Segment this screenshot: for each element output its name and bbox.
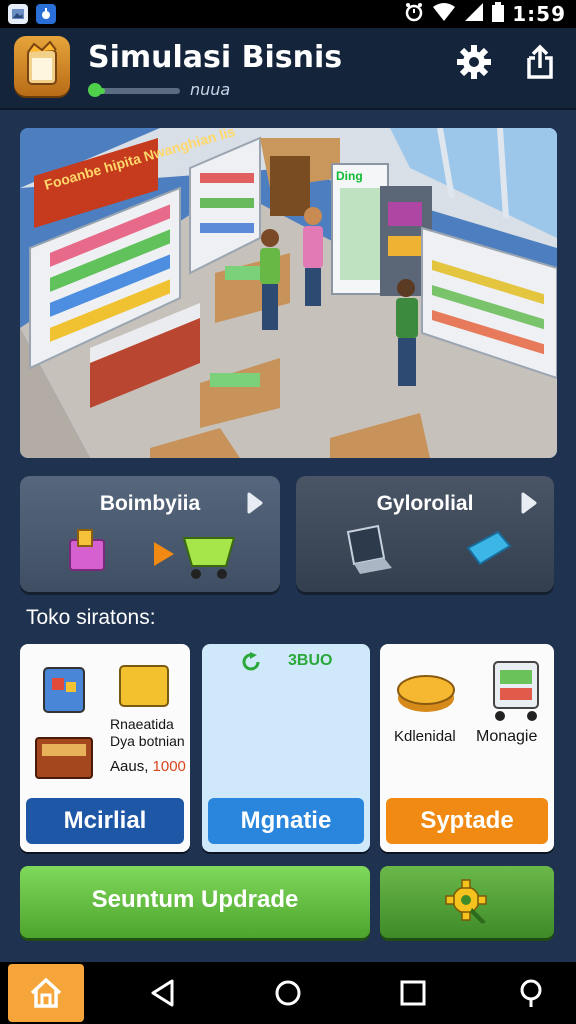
alarm-icon [404, 2, 424, 26]
material-button[interactable]: Mcirlial [26, 798, 184, 844]
home-icon [30, 977, 62, 1008]
app-title: Simulasi Bisnis [88, 40, 343, 75]
settings-button[interactable] [452, 40, 496, 84]
app-header: Simulasi Bisnis nuua [0, 28, 576, 110]
store-illustration: Fooanbe hipita Nwanghian lis Ding [20, 128, 557, 458]
store-assets-icon [397, 661, 539, 721]
magnet-button[interactable]: Mgnatie [208, 798, 364, 844]
nav-card-digital[interactable]: Gylorolial [296, 476, 554, 592]
settings-action-button[interactable] [380, 866, 554, 938]
store-card-line-2: Dya botnian [110, 733, 185, 749]
gear-icon [457, 45, 491, 79]
store-card-price: Aaus, 1000 [110, 758, 186, 775]
nav-card-buy-label: Boimbyiia [99, 492, 201, 515]
asset-label-1: Kdlenidal [394, 728, 456, 745]
asset-label-2: Monagie [476, 728, 538, 745]
progress-bar [92, 88, 180, 94]
nav-card-buy[interactable]: Boimbyiia [20, 476, 280, 592]
chevron-right-icon [247, 492, 263, 514]
gear-icon [445, 879, 487, 924]
app-logo-icon [14, 36, 70, 96]
premium-update-button[interactable]: Seuntum Updrade [20, 866, 370, 938]
laptop-tag-icon [346, 524, 512, 574]
gallery-notification-icon [8, 4, 28, 24]
battery-icon [492, 2, 505, 26]
home-circle-icon[interactable] [273, 978, 303, 1008]
nav-card-digital-label: Gylorolial [376, 492, 474, 515]
card-tag: 3BUO [288, 652, 333, 669]
store-card-description: Rnaeatida Dya botnian [110, 716, 185, 750]
app-notification-icon [36, 4, 56, 24]
signal-icon [464, 2, 484, 26]
store-card-update: Kdlenidal Monagie Syptade [380, 644, 554, 852]
store-card-line-1: Rnaeatida [110, 716, 174, 732]
section-title: Toko siratons: [26, 606, 156, 629]
price-prefix: Aaus, [110, 758, 149, 775]
share-button[interactable] [518, 40, 562, 84]
refresh-icon [242, 652, 260, 671]
progress-dot [88, 83, 102, 97]
assistant-icon[interactable] [516, 978, 546, 1008]
store-card-material: Rnaeatida Dya botnian Aaus, 1000 Mcirlia… [20, 644, 190, 852]
chevron-right-icon [521, 492, 537, 514]
home-tab[interactable] [8, 964, 84, 1022]
price-value: 1000 [152, 758, 186, 775]
premium-update-label: Seuntum Updrade [91, 886, 299, 913]
fridge-label: Ding [336, 169, 363, 183]
store-card-magnet: 3BUO Mgnatie [202, 644, 370, 852]
navigation-bar [0, 962, 576, 1024]
back-icon[interactable] [148, 978, 178, 1008]
status-bar: 1:59 [0, 0, 576, 28]
clock: 1:59 [512, 2, 566, 26]
progress-label: nuua [190, 80, 231, 99]
share-icon [527, 44, 553, 79]
wifi-icon [432, 2, 456, 26]
basket-to-cart-icon [69, 529, 236, 579]
recents-icon[interactable] [398, 978, 428, 1008]
update-button[interactable]: Syptade [386, 798, 548, 844]
